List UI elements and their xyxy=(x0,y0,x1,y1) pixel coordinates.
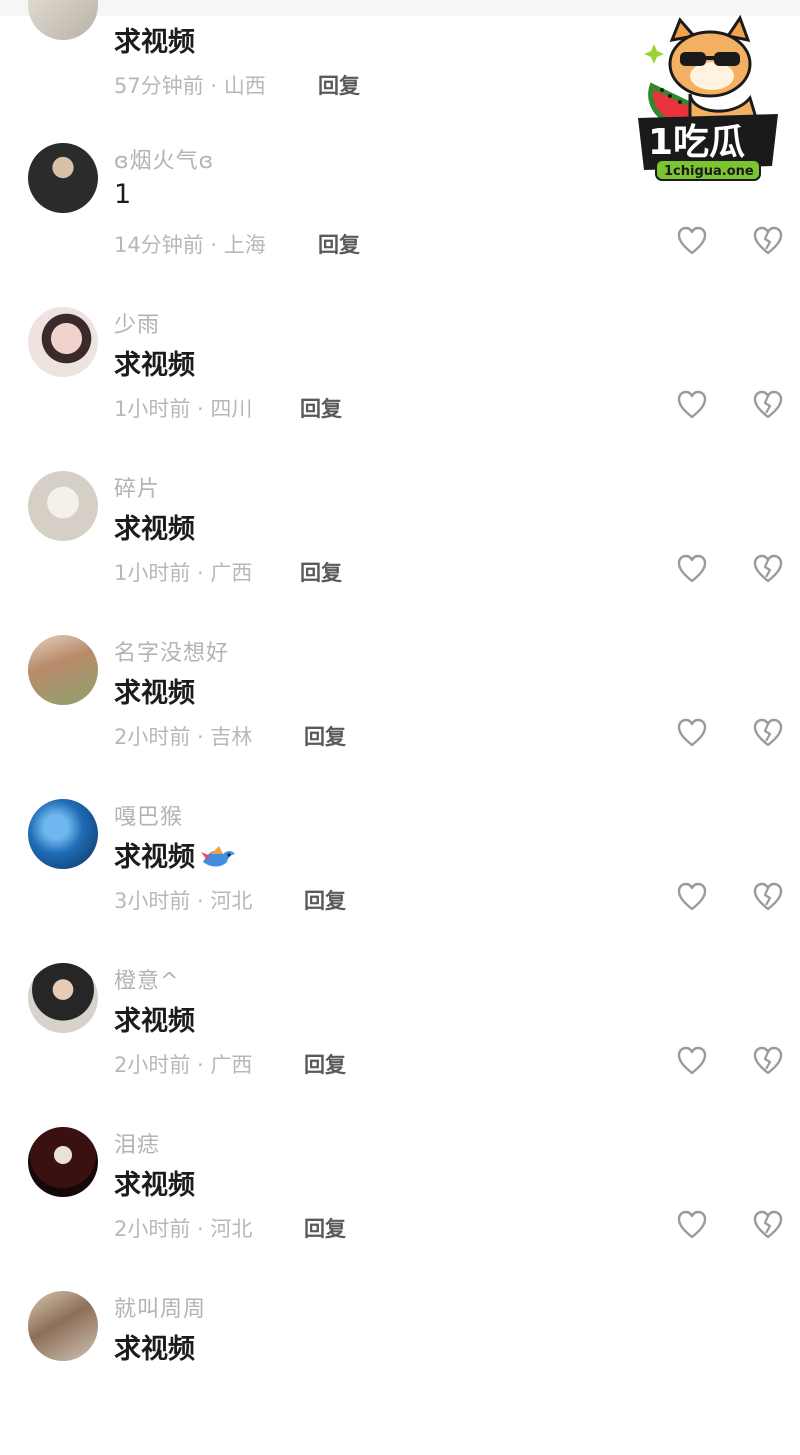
comment-text: 求视频 xyxy=(114,1006,195,1037)
meta-separator: · xyxy=(190,561,211,585)
comment-location: 四川 xyxy=(210,397,253,421)
comment-item: 名字没想好 求视频 2小时前 · 吉林 回复 xyxy=(0,635,800,799)
avatar[interactable] xyxy=(28,1291,98,1361)
broken-heart-icon[interactable] xyxy=(752,1209,784,1241)
comment-username[interactable]: ɞ烟火气ɞ xyxy=(114,143,214,175)
reply-button[interactable]: 回复 xyxy=(304,721,346,751)
reply-button[interactable]: 回复 xyxy=(304,1049,346,1079)
comment-meta: 1小时前 · 四川 xyxy=(114,393,252,423)
comment-text-content: 求视频 xyxy=(114,842,195,873)
comment-time: 14分钟前 xyxy=(114,233,204,257)
comment-location: 山西 xyxy=(223,74,266,98)
comment-time: 2小时前 xyxy=(114,725,191,749)
heart-outline-icon[interactable] xyxy=(676,553,708,585)
flying-bird-emoji-icon xyxy=(201,845,235,866)
comment-text: 求视频 xyxy=(114,514,195,545)
reply-button[interactable]: 回复 xyxy=(304,1213,346,1243)
comment-location: 上海 xyxy=(223,233,266,257)
comment-meta: 2小时前 · 河北 xyxy=(114,1213,252,1243)
broken-heart-icon[interactable] xyxy=(752,225,784,257)
comment-meta: 1小时前 · 广西 xyxy=(114,557,252,587)
reply-button[interactable]: 回复 xyxy=(304,885,346,915)
comment-username[interactable]: 就叫周周 xyxy=(114,1291,206,1323)
comment-meta: 3小时前 · 河北 xyxy=(114,885,252,915)
meta-separator: · xyxy=(203,74,224,98)
comment-text: 求视频 xyxy=(114,350,195,381)
avatar[interactable] xyxy=(28,143,98,213)
comment-meta: 14分钟前 · 上海 xyxy=(114,229,266,259)
comment-item: 少雨 求视频 1小时前 · 四川 回复 xyxy=(0,307,800,471)
comment-location: 广西 xyxy=(210,561,253,585)
meta-separator: · xyxy=(190,1217,211,1241)
watermark-main-text: 1吃瓜 xyxy=(648,122,745,163)
reply-button[interactable]: 回复 xyxy=(300,557,342,587)
comment-text: 求视频 xyxy=(114,27,195,58)
meta-separator: · xyxy=(190,725,211,749)
heart-outline-icon[interactable] xyxy=(676,225,708,257)
heart-outline-icon[interactable] xyxy=(676,389,708,421)
broken-heart-icon[interactable] xyxy=(752,553,784,585)
reply-button[interactable]: 回复 xyxy=(300,393,342,423)
comment-time: 2小时前 xyxy=(114,1217,191,1241)
comment-username[interactable]: 嘎巴猴 xyxy=(114,799,183,831)
comment-location: 吉林 xyxy=(210,725,253,749)
comment-meta: 57分钟前 · 山西 xyxy=(114,70,266,100)
avatar[interactable] xyxy=(28,307,98,377)
comment-text: 求视频 xyxy=(114,835,237,874)
watermark-logo: 1吃瓜 1chigua.one xyxy=(632,14,784,186)
comment-text: 求视频 xyxy=(114,1170,195,1201)
hamster-mascot-icon: 1吃瓜 1chigua.one xyxy=(638,14,778,181)
avatar[interactable] xyxy=(28,635,98,705)
comment-meta: 2小时前 · 广西 xyxy=(114,1049,252,1079)
comment-username[interactable]: 泪痣 xyxy=(114,1127,160,1159)
comment-time: 1小时前 xyxy=(114,561,191,585)
comment-location: 河北 xyxy=(210,1217,253,1241)
comment-location: 河北 xyxy=(210,889,253,913)
meta-separator: · xyxy=(190,889,211,913)
comment-item: 橙意^ 求视频 2小时前 · 广西 回复 xyxy=(0,963,800,1127)
broken-heart-icon[interactable] xyxy=(752,881,784,913)
broken-heart-icon[interactable] xyxy=(752,717,784,749)
avatar[interactable] xyxy=(28,963,98,1033)
comment-time: 57分钟前 xyxy=(114,74,204,98)
comment-text: 求视频 xyxy=(114,678,195,709)
comment-time: 1小时前 xyxy=(114,397,191,421)
heart-outline-icon[interactable] xyxy=(676,881,708,913)
comment-username[interactable]: 碎片 xyxy=(114,471,160,503)
comment-text: 求视频 xyxy=(114,1334,195,1365)
meta-separator: · xyxy=(190,397,211,421)
comment-item: 泪痣 求视频 2小时前 · 河北 回复 xyxy=(0,1127,800,1291)
broken-heart-icon[interactable] xyxy=(752,1045,784,1077)
comment-text: 1 xyxy=(114,179,132,210)
heart-outline-icon[interactable] xyxy=(676,717,708,749)
comment-time: 2小时前 xyxy=(114,1053,191,1077)
comment-time: 3小时前 xyxy=(114,889,191,913)
comment-item: 就叫周周 求视频 xyxy=(0,1291,800,1455)
comment-item: 嘎巴猴 求视频 3小时前 · 河北 回复 xyxy=(0,799,800,963)
reply-button[interactable]: 回复 xyxy=(318,70,360,100)
meta-separator: · xyxy=(203,233,224,257)
avatar[interactable] xyxy=(28,1127,98,1197)
meta-separator: · xyxy=(190,1053,211,1077)
avatar[interactable] xyxy=(28,471,98,541)
avatar[interactable] xyxy=(28,799,98,869)
comment-username[interactable]: 名字没想好 xyxy=(114,635,229,667)
comment-meta: 2小时前 · 吉林 xyxy=(114,721,252,751)
comment-location: 广西 xyxy=(210,1053,253,1077)
heart-outline-icon[interactable] xyxy=(676,1045,708,1077)
avatar[interactable] xyxy=(28,0,98,40)
broken-heart-icon[interactable] xyxy=(752,389,784,421)
watermark-url-text: 1chigua.one xyxy=(664,164,754,179)
comment-item: 碎片 求视频 1小时前 · 广西 回复 xyxy=(0,471,800,635)
reply-button[interactable]: 回复 xyxy=(318,229,360,259)
comment-username[interactable]: 少雨 xyxy=(114,307,160,339)
heart-outline-icon[interactable] xyxy=(676,1209,708,1241)
comment-username[interactable]: 橙意^ xyxy=(114,963,179,995)
